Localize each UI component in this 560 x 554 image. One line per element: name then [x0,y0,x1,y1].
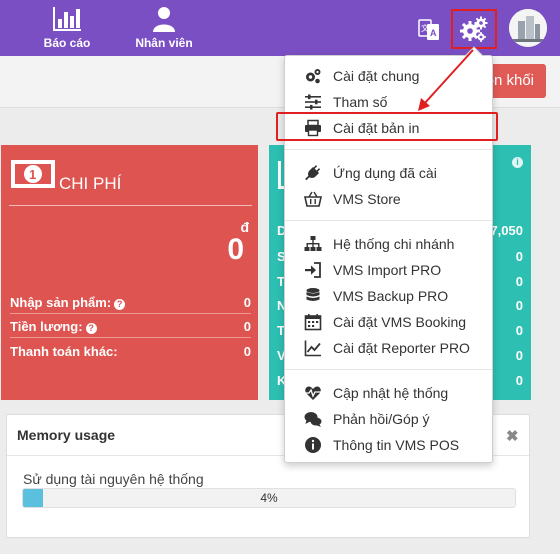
menu-item-vms-booking-settings[interactable]: Cài đặt VMS Booking [285,309,492,335]
menu-item-feedback[interactable]: Phản hồi/Góp ý [285,406,492,432]
menu-item-label: Phản hồi/Góp ý [333,411,430,427]
menu-item-label: Thông tin VMS POS [333,437,460,453]
menu-separator [285,369,492,370]
menu-item-vms-backup-pro[interactable]: VMS Backup PRO [285,283,492,309]
nav-reports-label: Báo cáo [43,36,91,50]
row-value: 0 [243,319,251,334]
row-divider [10,337,251,338]
help-icon[interactable]: ? [85,323,97,334]
menu-item-label: Cài đặt chung [333,68,420,84]
svg-text:文: 文 [421,23,429,33]
menu-item-reporter-pro-settings[interactable]: Cài đặt Reporter PRO [285,335,492,361]
menu-item-vms-store[interactable]: VMS Store [285,186,492,212]
progress-percent: 4% [260,491,278,505]
expense-row-products: Nhập sản phẩm:? 0 [10,295,251,313]
expense-card-title: CHI PHÍ [59,174,122,193]
menu-item-vms-import-pro[interactable]: VMS Import PRO [285,257,492,283]
expense-card: 1 CHI PHÍ đ 0 Nhập sản phẩm:? 0 Tiền lươ… [1,145,258,400]
sitemap-icon [304,236,322,251]
highlight-annotation [276,112,498,141]
menu-item-label: VMS Store [333,191,401,207]
memory-progress-bar: 4% [22,488,516,508]
expense-row-other: Thanh toán khác: 0 [10,344,251,362]
user-avatar [509,9,547,47]
menu-separator [285,220,492,221]
sign-in-icon [305,262,321,278]
line-chart-icon [304,340,321,357]
menu-item-label: Cập nhật hệ thống [333,385,449,401]
expense-row-salary: Tiền lương:? 0 [10,319,251,337]
user-icon [153,7,175,32]
menu-item-label: Ứng dụng đã cài [333,165,437,181]
help-icon[interactable]: ? [114,299,126,310]
avatar[interactable] [509,9,547,47]
gears-icon [460,16,488,42]
menu-item-label: Cài đặt Reporter PRO [333,340,470,356]
calendar-icon [304,314,322,331]
info-icon[interactable]: i [512,157,523,168]
nav-reports-button[interactable]: Báo cáo [40,6,94,50]
nav-staff-label: Nhân viên [135,36,193,50]
menu-item-label: Tham số [333,94,388,110]
svg-text:A: A [430,28,437,38]
close-button[interactable]: ✖ [506,427,519,445]
sliders-icon [305,94,321,110]
database-icon [306,288,320,301]
row-label: Tiền lương: [10,319,83,334]
settings-button[interactable] [451,9,497,49]
menu-separator [285,149,492,150]
menu-item-system-update[interactable]: Cập nhật hệ thống [285,380,492,406]
info-circle-icon [305,437,321,453]
resource-usage-label: Sử dụng tài nguyên hệ thống [23,471,204,487]
menu-item-label: Cài đặt VMS Booking [333,314,467,330]
svg-text:1: 1 [29,167,36,182]
row-divider [10,313,251,314]
language-button[interactable]: 文 A [418,19,440,41]
row-label: Thanh toán khác: [10,344,118,359]
expense-total: 0 [227,233,244,266]
menu-item-branch-system[interactable]: Hệ thống chi nhánh [285,231,492,257]
divider [9,205,252,206]
heartbeat-icon [305,386,321,400]
bar-chart-icon [53,7,81,31]
panel-title: Memory usage [17,427,116,443]
menu-item-label: VMS Backup PRO [333,288,449,304]
plug-icon [305,165,321,181]
nav-staff-button[interactable]: Nhân viên [132,6,196,50]
row-value: 0 [243,344,251,359]
menu-item-general-settings[interactable]: Cài đặt chung [285,63,492,89]
row-value: 0 [243,295,251,310]
translate-icon: 文 A [418,19,439,40]
menu-item-installed-apps[interactable]: Ứng dụng đã cài [285,160,492,186]
row-label: Nhập sản phẩm: [10,295,112,310]
menu-item-label: VMS Import PRO [333,262,442,278]
gears-icon [306,69,321,84]
menu-item-vms-pos-info[interactable]: Thông tin VMS POS [285,432,492,458]
basket-icon [304,191,322,207]
comments-icon [304,412,322,427]
menu-item-label: Hệ thống chi nhánh [333,236,455,252]
money-icon: 1 [11,160,55,188]
